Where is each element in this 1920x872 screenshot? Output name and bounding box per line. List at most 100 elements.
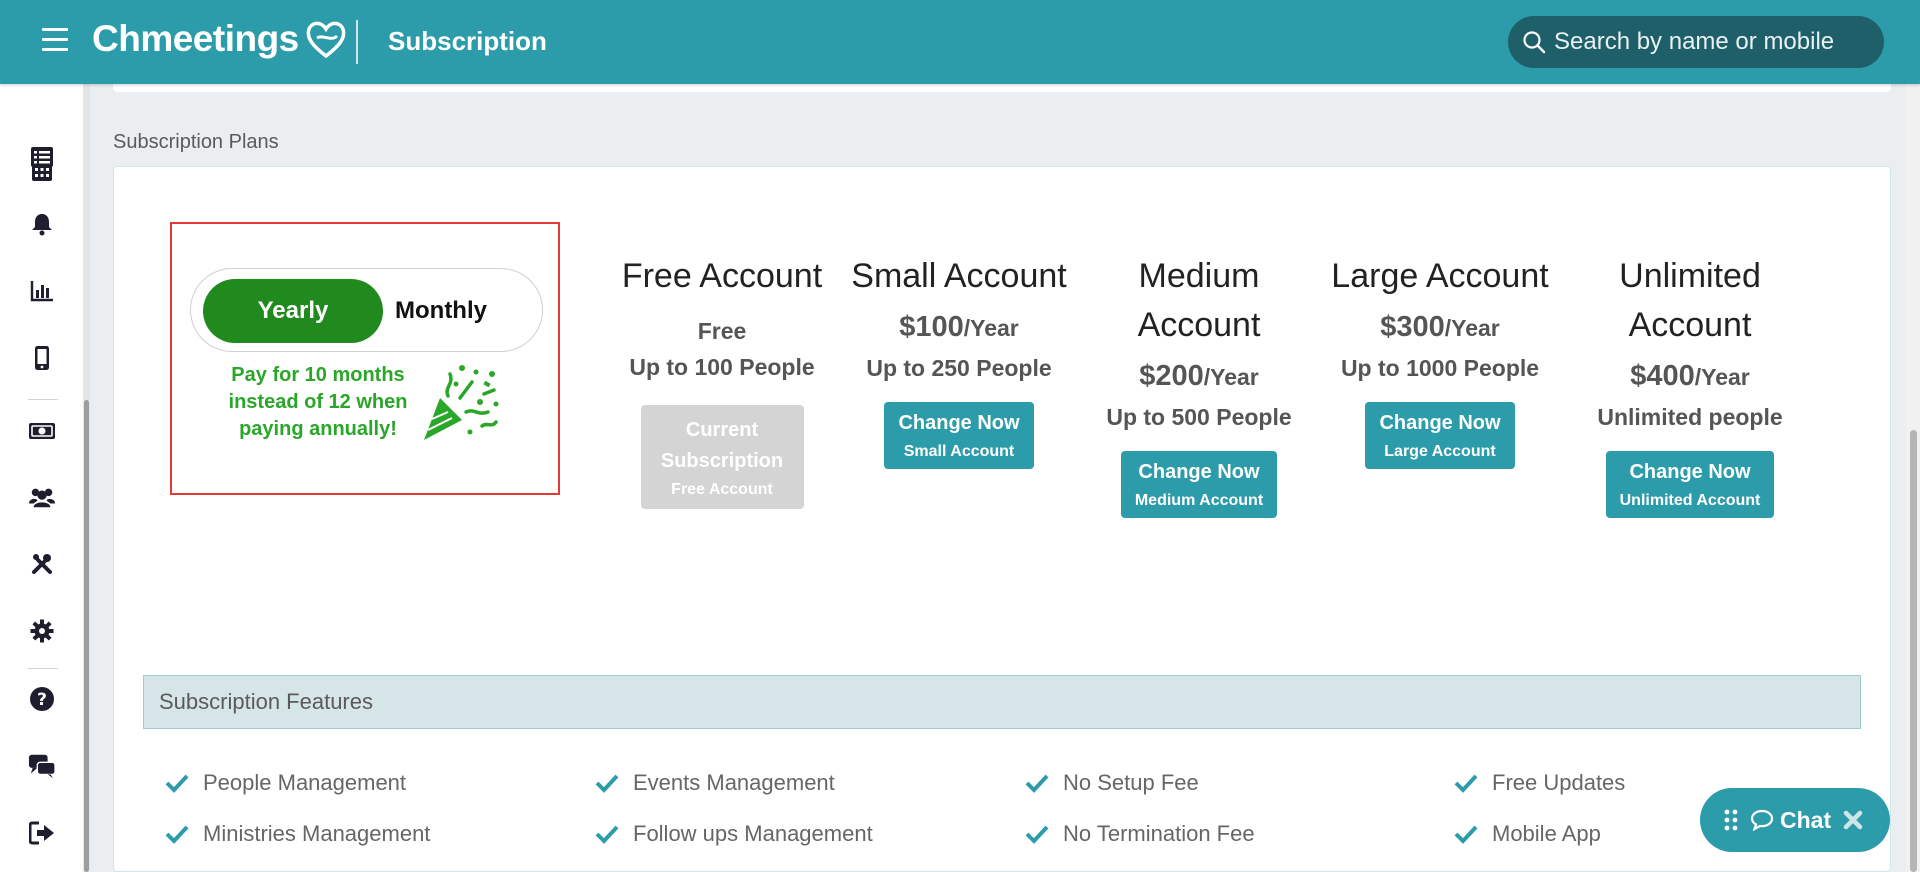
feature-item: People Management: [165, 770, 406, 796]
check-icon: [595, 825, 619, 844]
grip-icon[interactable]: [1724, 809, 1738, 831]
feature-item: Follow ups Management: [595, 821, 873, 847]
page-scrollbar-thumb[interactable]: [1910, 430, 1917, 872]
app-logo[interactable]: Chmeetings: [92, 18, 349, 60]
gear-icon[interactable]: [28, 617, 56, 645]
change-now-unlimited-button[interactable]: Change Now Unlimited Account: [1605, 451, 1775, 518]
button-label: Current Subscription: [660, 419, 784, 472]
search-input[interactable]: [1554, 28, 1874, 56]
price-amount: $100: [899, 311, 964, 343]
party-popper-icon: [424, 365, 499, 440]
feature-item: Events Management: [595, 770, 835, 796]
button-sublabel: Free Account: [671, 481, 773, 498]
button-label: Change Now: [1138, 461, 1260, 483]
plan-name: Large Account: [1331, 257, 1549, 295]
button-sublabel: Unlimited Account: [1619, 492, 1761, 509]
billing-toggle[interactable]: Yearly Monthly: [190, 268, 543, 352]
plan-medium: Medium Account $200/Year Up to 500 Peopl…: [1089, 252, 1309, 518]
feature-item: Ministries Management: [165, 821, 430, 847]
logout-icon[interactable]: [28, 819, 56, 847]
plan-small: Small Account $100/Year Up to 250 People…: [849, 252, 1069, 469]
sidebar-divider: [28, 668, 58, 669]
list-icon[interactable]: [28, 143, 56, 171]
plan-price: $200/Year: [1089, 360, 1309, 393]
promo-text: Pay for 10 months instead of 12 when pay…: [228, 364, 408, 440]
plan-name: Medium Account: [1137, 257, 1261, 344]
plan-unlimited: Unlimited Account $400/Year Unlimited pe…: [1580, 252, 1800, 518]
sidebar-scrollbar-thumb[interactable]: [84, 400, 89, 872]
help-icon[interactable]: ?: [28, 685, 56, 713]
bell-icon[interactable]: [28, 210, 56, 238]
monthly-option[interactable]: Monthly: [391, 279, 531, 343]
logo-text: Chmeetings: [92, 18, 299, 59]
mobile-icon[interactable]: [28, 344, 56, 372]
plan-price: $400/Year: [1580, 360, 1800, 393]
feature-label: No Setup Fee: [1063, 770, 1199, 795]
price-period: /Year: [1203, 364, 1259, 390]
check-icon: [1025, 774, 1049, 793]
current-subscription-button: Current Subscription Free Account: [640, 405, 804, 509]
hamburger-menu-icon[interactable]: [42, 28, 68, 52]
price-period: /Year: [1444, 315, 1500, 341]
topbar-divider: [356, 20, 358, 64]
plan-people: Up to 1000 People: [1340, 355, 1540, 381]
svg-text:?: ?: [37, 690, 47, 710]
change-now-large-button[interactable]: Change Now Large Account: [1365, 402, 1515, 469]
plan-large: Large Account $300/Year Up to 1000 Peopl…: [1330, 252, 1550, 469]
tools-icon[interactable]: [28, 550, 56, 578]
search-icon: [1523, 31, 1546, 54]
plan-people: Up to 500 People: [1106, 404, 1292, 430]
feature-item: No Termination Fee: [1025, 821, 1255, 847]
feature-label: Follow ups Management: [633, 821, 873, 846]
price-amount: $200: [1139, 360, 1204, 392]
sidebar-divider: [28, 399, 58, 400]
chat-widget[interactable]: Chat: [1700, 788, 1890, 852]
page-title: Subscription: [388, 26, 547, 56]
plan-price: Free: [697, 318, 747, 344]
button-sublabel: Large Account: [1384, 443, 1496, 460]
features-header: Subscription Features: [143, 675, 1861, 729]
plan-people: Up to 100 People: [629, 354, 815, 380]
button-sublabel: Medium Account: [1134, 492, 1264, 509]
plan-name: Unlimited Account: [1619, 257, 1761, 344]
plan-name: Small Account: [851, 257, 1067, 295]
plan-price: $100/Year: [849, 311, 1069, 344]
change-now-medium-button[interactable]: Change Now Medium Account: [1120, 451, 1278, 518]
chat-label: Chat: [1780, 806, 1832, 833]
search-box[interactable]: [1508, 16, 1884, 68]
check-icon: [165, 774, 189, 793]
check-icon: [1454, 825, 1478, 844]
check-icon: [1025, 825, 1049, 844]
check-icon: [595, 774, 619, 793]
button-label: Change Now: [1629, 461, 1751, 483]
price-period: /Year: [963, 315, 1019, 341]
users-icon[interactable]: [28, 483, 56, 511]
billing-highlight-box: [170, 222, 560, 495]
feature-label: Events Management: [633, 770, 835, 795]
chat-bubble-icon: [1750, 809, 1774, 831]
change-now-small-button[interactable]: Change Now Small Account: [884, 402, 1034, 469]
chat-bubbles-icon[interactable]: [28, 752, 56, 780]
plan-free: Free Account Free Up to 100 People Curre…: [612, 252, 832, 509]
yearly-option[interactable]: Yearly: [203, 279, 383, 343]
price-period: /Year: [1694, 364, 1750, 390]
feature-item: No Setup Fee: [1025, 770, 1199, 796]
price-amount: $300: [1380, 311, 1445, 343]
feature-label: No Termination Fee: [1063, 821, 1255, 846]
close-icon[interactable]: [1843, 810, 1863, 830]
button-sublabel: Small Account: [903, 443, 1015, 460]
plan-price: $300/Year: [1330, 311, 1550, 344]
sidebar: ?: [0, 84, 84, 872]
plan-name: Free Account: [621, 257, 823, 295]
plan-people: Unlimited people: [1597, 404, 1783, 430]
bar-chart-icon[interactable]: [28, 277, 56, 305]
feature-label: Mobile App: [1492, 821, 1601, 846]
feature-label: Free Updates: [1492, 770, 1626, 795]
section-label: Subscription Plans: [113, 131, 279, 153]
previous-card: [113, 84, 1891, 92]
plan-people: Up to 250 People: [866, 355, 1052, 381]
feature-item: Free Updates: [1454, 770, 1625, 796]
money-icon[interactable]: [28, 417, 56, 445]
price-amount: $400: [1630, 360, 1695, 392]
feature-item: Mobile App: [1454, 821, 1601, 847]
